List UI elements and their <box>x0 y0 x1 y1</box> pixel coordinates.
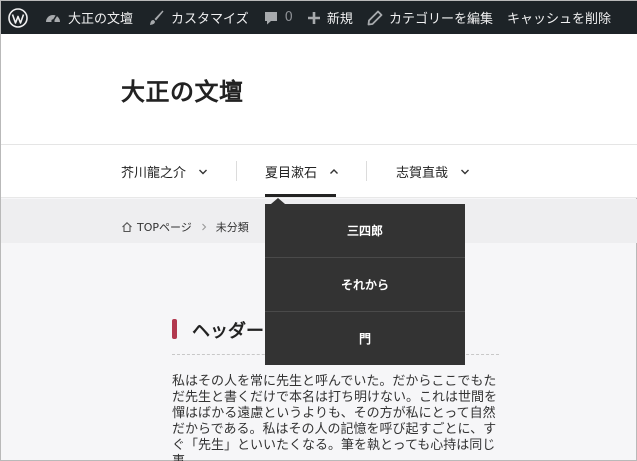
chevron-right-icon <box>200 223 208 231</box>
breadcrumb: TOPページ 未分類 <box>121 219 249 235</box>
admin-customize-label: カスタマイズ <box>171 12 249 27</box>
nav-item-label: 芥川龍之介 <box>121 166 187 181</box>
pencil-icon <box>367 10 383 25</box>
admin-edit-category-link[interactable]: カテゴリーを編集 <box>360 1 500 34</box>
global-nav: 芥川龍之介 夏目漱石 志賀直哉 <box>1 145 637 198</box>
chevron-down-icon <box>198 167 208 177</box>
site-title[interactable]: 大正の文壇 <box>121 72 244 107</box>
dropdown-item-sorekara[interactable]: それから <box>265 258 465 312</box>
admin-comments-count: 0 <box>284 10 293 25</box>
plus-icon <box>307 11 320 24</box>
heading-accent-bar <box>172 319 177 339</box>
breadcrumb-category-link[interactable]: 未分類 <box>216 219 249 235</box>
home-icon <box>121 221 133 233</box>
nav-item-shiga[interactable]: 志賀直哉 <box>396 145 470 198</box>
chevron-down-icon <box>460 167 470 177</box>
chevron-up-icon <box>329 167 339 177</box>
wordpress-logo-icon <box>8 7 28 28</box>
section-heading-text: ヘッダー <box>192 321 264 342</box>
article-body-text: 私はその人を常に先生と呼んでいた。だからここでもただ先生と書くだけで本名は打ち明… <box>172 374 498 461</box>
admin-site-name-label: 大正の文壇 <box>68 12 134 27</box>
nav-active-indicator <box>265 194 336 197</box>
admin-new-label: 新規 <box>326 12 353 27</box>
admin-edit-category-label: カテゴリーを編集 <box>388 12 493 27</box>
admin-bar: 大正の文壇 カスタマイズ 0 新規 カテゴリーを編集 キャッシュを削除 <box>1 1 637 34</box>
admin-clear-cache-link[interactable]: キャッシュを削除 <box>500 1 618 34</box>
nav-separator <box>366 161 367 181</box>
admin-customize-link[interactable]: カスタマイズ <box>140 1 256 34</box>
nav-item-akutagawa[interactable]: 芥川龍之介 <box>121 145 208 198</box>
admin-clear-cache-label: キャッシュを削除 <box>506 12 611 27</box>
admin-new-link[interactable]: 新規 <box>300 1 360 34</box>
dashboard-gauge-icon <box>46 14 60 23</box>
wordpress-logo-button[interactable] <box>1 1 37 34</box>
site-header: 大正の文壇 <box>1 34 637 145</box>
dropdown-item-sanshiro[interactable]: 三四郎 <box>265 204 465 258</box>
nav-item-label: 夏目漱石 <box>265 166 318 181</box>
nav-item-natsume[interactable]: 夏目漱石 <box>265 145 339 198</box>
paintbrush-icon <box>150 10 164 25</box>
admin-site-name-link[interactable]: 大正の文壇 <box>37 1 140 34</box>
nav-separator <box>236 161 237 181</box>
nav-item-label: 志賀直哉 <box>396 166 449 181</box>
breadcrumb-home-link[interactable]: TOPページ <box>137 219 192 235</box>
comment-bubble-icon <box>264 11 277 24</box>
nav-dropdown-natsume: 三四郎 それから 門 <box>265 198 465 365</box>
admin-comments-link[interactable]: 0 <box>256 1 300 34</box>
dropdown-item-mon[interactable]: 門 <box>265 312 465 365</box>
